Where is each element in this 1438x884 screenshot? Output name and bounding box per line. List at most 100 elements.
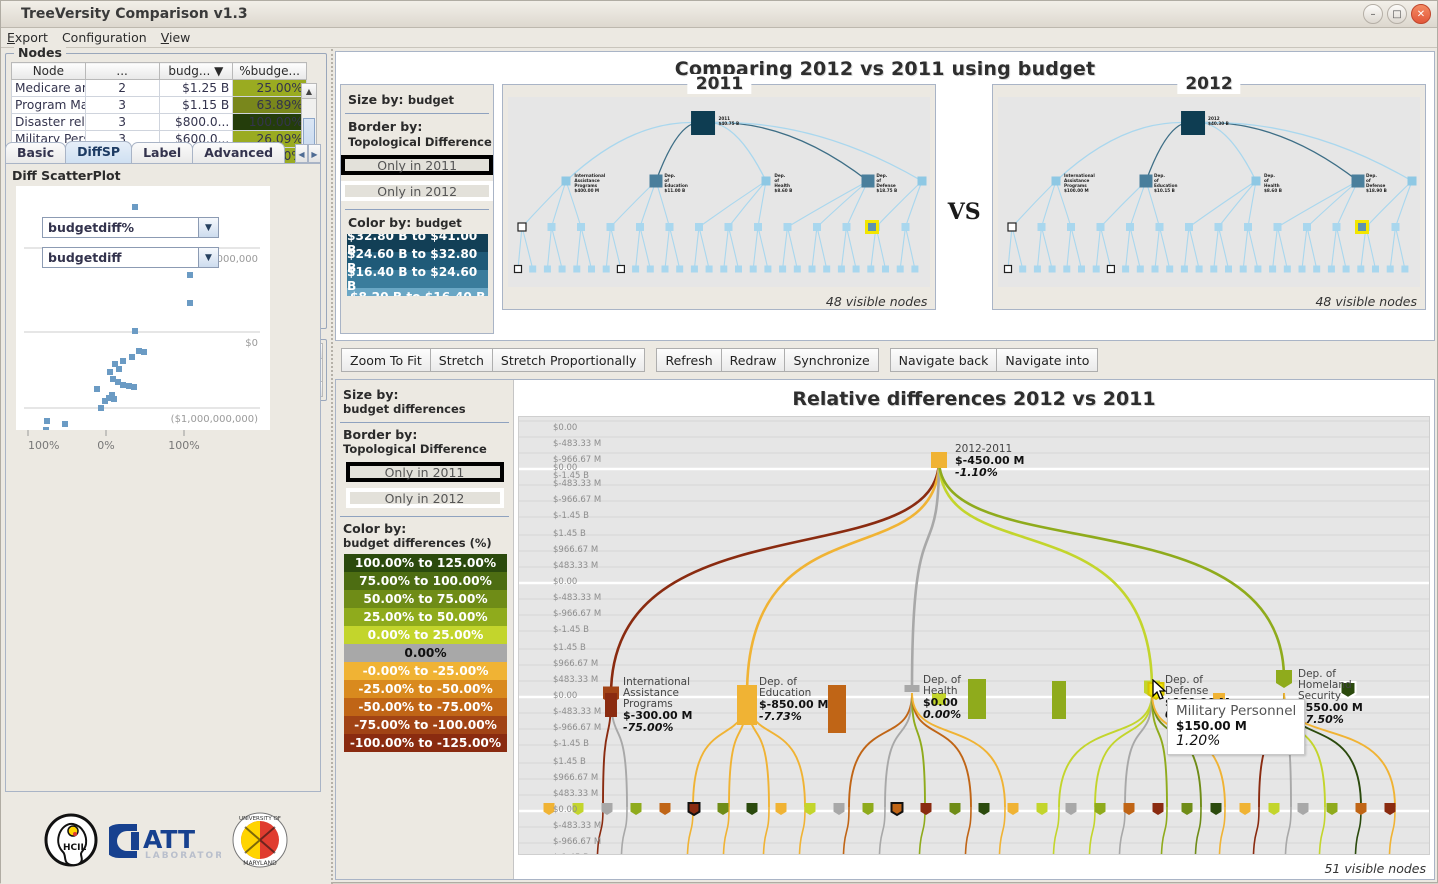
- scatter-point[interactable]: [111, 396, 117, 402]
- tree-node[interactable]: [1180, 265, 1188, 273]
- diff-node[interactable]: [1007, 803, 1019, 815]
- tree-node[interactable]: [867, 265, 875, 273]
- diff-node[interactable]: [904, 685, 920, 692]
- tree-node[interactable]: [1151, 265, 1159, 273]
- diff-border-chip-only-2012[interactable]: Only in 2012: [345, 488, 504, 508]
- diff-canvas[interactable]: $0.00 $-483.33 M $-966.67 M $-1.45 B $1.45 B…: [518, 416, 1430, 855]
- tree-2011-plot[interactable]: 2011 $40.75 B International Assistance Progr…: [508, 97, 931, 287]
- chevron-down-icon[interactable]: ▼: [198, 247, 219, 268]
- col-budget[interactable]: budg... ▼: [158, 62, 234, 80]
- scatter-point[interactable]: [132, 328, 138, 334]
- tree-node[interactable]: [514, 264, 523, 274]
- diff-node[interactable]: [890, 802, 904, 817]
- tree-node[interactable]: [1283, 265, 1291, 273]
- scatter-point[interactable]: [107, 369, 113, 375]
- tree-node[interactable]: [1313, 265, 1321, 273]
- tree-node[interactable]: [779, 265, 787, 273]
- legend-row[interactable]: $8.20 B to $16.40 B: [347, 288, 489, 296]
- tree-node[interactable]: [901, 223, 910, 231]
- menu-view[interactable]: View: [161, 30, 191, 45]
- diff-border-chip-only-2011[interactable]: Only in 2011: [345, 462, 504, 482]
- close-button[interactable]: ✕: [1411, 4, 1431, 24]
- tab-basic[interactable]: Basic: [5, 142, 67, 163]
- tree-node[interactable]: [1355, 220, 1369, 234]
- tree-node[interactable]: [1033, 265, 1041, 273]
- tree-node[interactable]: [1401, 265, 1409, 273]
- tree-node[interactable]: [1225, 265, 1232, 273]
- tree-node[interactable]: [1051, 176, 1061, 186]
- tree-node[interactable]: [617, 264, 626, 274]
- scatter-point[interactable]: [98, 405, 104, 411]
- table-row[interactable]: Disaster relief3$800.0...100.00%: [11, 113, 307, 131]
- tree-node[interactable]: [842, 223, 851, 231]
- tree-node[interactable]: [1155, 223, 1164, 231]
- scatter-point[interactable]: [187, 300, 193, 306]
- tree-node[interactable]: [917, 176, 927, 186]
- chevron-down-icon[interactable]: ▼: [198, 217, 219, 238]
- tree-node[interactable]: [1007, 222, 1017, 232]
- tree-node[interactable]: [1195, 265, 1203, 273]
- tree-node[interactable]: [754, 223, 763, 231]
- diff-node[interactable]: [775, 803, 787, 815]
- maximize-button[interactable]: □: [1387, 4, 1407, 24]
- scatter-point[interactable]: [102, 398, 108, 404]
- diff-node[interactable]: [949, 803, 961, 815]
- minimize-button[interactable]: –: [1363, 4, 1383, 24]
- tree-node[interactable]: [823, 265, 831, 273]
- legend-row[interactable]: 50.00% to 75.00%: [344, 590, 507, 608]
- legend-row[interactable]: 75.00% to 100.00%: [344, 572, 507, 590]
- tree-node[interactable]: [1391, 223, 1400, 231]
- tree-node[interactable]: [720, 265, 728, 273]
- diff-node[interactable]: [804, 803, 816, 815]
- tree-node[interactable]: [1351, 174, 1365, 188]
- tree-node[interactable]: [911, 265, 919, 273]
- tree-node[interactable]: [1332, 223, 1341, 231]
- tree-node[interactable]: [1269, 265, 1277, 273]
- tree-node[interactable]: [897, 265, 905, 273]
- diff-node[interactable]: [1276, 670, 1292, 688]
- tree-node[interactable]: [783, 223, 792, 231]
- tree-node[interactable]: [676, 265, 684, 273]
- navigate-back-button[interactable]: Navigate back: [889, 348, 998, 372]
- table-row[interactable]: Medicare and Medic...2$1.25 B25.00%: [11, 79, 307, 97]
- tree-node[interactable]: [606, 223, 615, 231]
- tab-prev-icon[interactable]: ◀: [295, 144, 308, 163]
- tree-node[interactable]: [735, 265, 743, 273]
- tree-node[interactable]: [1063, 265, 1071, 273]
- tree-node[interactable]: [1407, 176, 1417, 186]
- tree-node[interactable]: [573, 265, 581, 273]
- scatter-point[interactable]: [129, 354, 135, 360]
- tree-node[interactable]: [1239, 265, 1247, 273]
- scatter-point[interactable]: [120, 358, 126, 364]
- synchronize-button[interactable]: Synchronize: [784, 348, 879, 372]
- legend-row[interactable]: -50.00% to -75.00%: [344, 698, 507, 716]
- diff-node[interactable]: [978, 803, 990, 815]
- scatter-point[interactable]: [62, 421, 68, 427]
- diff-node[interactable]: [828, 685, 846, 733]
- tree-node[interactable]: [647, 265, 655, 273]
- scatter-point[interactable]: [120, 382, 126, 388]
- tab-diffsp[interactable]: DiffSP: [65, 141, 133, 163]
- scroll-up-icon[interactable]: ▲: [302, 84, 316, 99]
- tree-node[interactable]: [588, 265, 596, 273]
- diff-node[interactable]: [746, 803, 758, 815]
- diff-node[interactable]: [1239, 803, 1251, 815]
- tree-node[interactable]: [559, 265, 567, 273]
- diff-node[interactable]: [1297, 803, 1309, 815]
- tree-node[interactable]: [1327, 265, 1335, 273]
- tree-node[interactable]: [1357, 265, 1365, 273]
- legend-row[interactable]: -0.00% to -25.00%: [344, 662, 507, 680]
- diff-node[interactable]: [1065, 803, 1077, 815]
- tree-node[interactable]: [1386, 265, 1394, 273]
- tree-2012-plot[interactable]: 2012 $40.30 B International Assistance Progr…: [998, 97, 1420, 287]
- tab-label[interactable]: Label: [131, 142, 194, 163]
- tree-node[interactable]: [1092, 265, 1100, 273]
- tree-node[interactable]: [1078, 265, 1085, 273]
- diff-node[interactable]: [1268, 803, 1280, 815]
- tree-node[interactable]: [1185, 223, 1193, 231]
- diff-node[interactable]: [1210, 803, 1222, 815]
- stretch-proportionally-button[interactable]: Stretch Proportionally: [491, 348, 646, 372]
- tree-node[interactable]: [665, 223, 674, 231]
- col-level[interactable]: ...: [84, 62, 160, 80]
- menu-configuration[interactable]: Configuration: [62, 30, 147, 45]
